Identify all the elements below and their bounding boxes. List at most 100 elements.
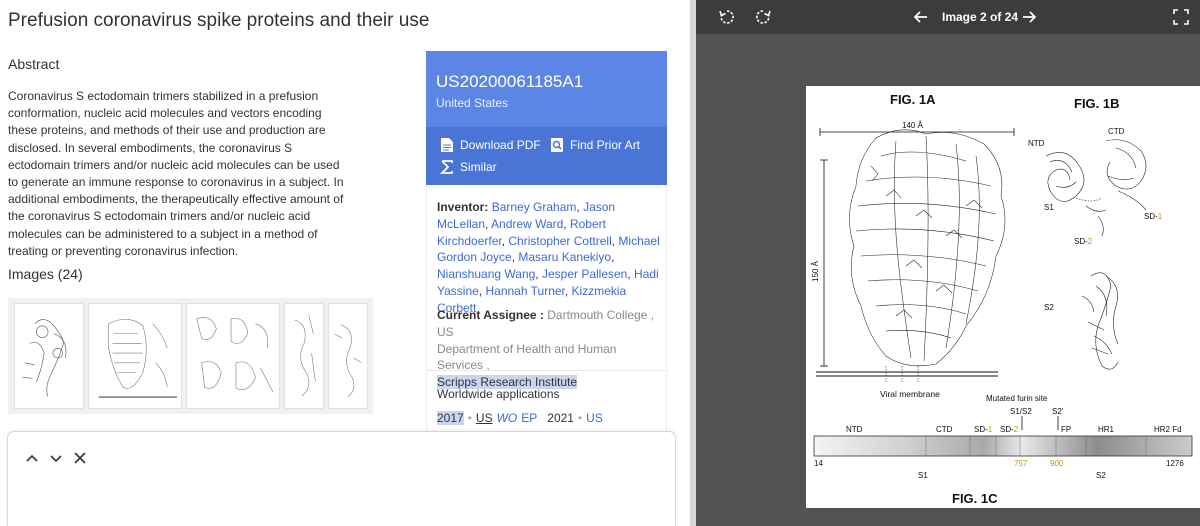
- sd1-label: SD-1: [1144, 212, 1163, 221]
- viral-membrane-label: Viral membrane: [880, 389, 940, 399]
- similar-label: Similar: [460, 160, 497, 174]
- bar-s2-label: S2: [1096, 471, 1106, 480]
- ribbon-diagram-s1: [1045, 139, 1147, 237]
- similar-button[interactable]: Similar: [439, 159, 497, 175]
- residue-1276-label: 1276: [1166, 459, 1184, 468]
- bar-hr1-label: HR1: [1098, 425, 1115, 434]
- s1-s2-label: S1/S2: [1010, 407, 1032, 416]
- find-in-page-bar: [8, 432, 675, 526]
- publication-number: US20200061185A1: [436, 72, 584, 91]
- rotate-right-button[interactable]: [754, 8, 772, 26]
- fig-1b-title: FIG. 1B: [1074, 96, 1120, 111]
- thumbnail-image-5[interactable]: [328, 303, 368, 409]
- card-actions: Download PDF Find Prior Art Similar: [426, 127, 667, 185]
- download-pdf-button[interactable]: Download PDF: [440, 137, 541, 153]
- download-pdf-label: Download PDF: [460, 138, 541, 152]
- separator: •: [467, 411, 472, 425]
- thumbnail-image-1[interactable]: [14, 303, 84, 409]
- fullscreen-icon: [1173, 9, 1189, 25]
- viewer-toolbar: Image 2 of 24: [696, 0, 1200, 34]
- residue-14-label: 14: [814, 459, 823, 468]
- current-assignee: Current Assignee : Dartmouth College , U…: [437, 307, 665, 391]
- separator: •: [577, 411, 583, 425]
- s1-label: S1: [1044, 203, 1054, 212]
- inventor-link[interactable]: Christopher Cottrell: [508, 234, 611, 248]
- thumbnail-image-3[interactable]: [186, 303, 280, 409]
- sd2-label: SD-2: [1074, 237, 1093, 246]
- application-year[interactable]: 2017: [437, 411, 464, 425]
- close-find-button[interactable]: [72, 450, 88, 466]
- chevron-up-icon: [26, 454, 38, 462]
- dimension-140-label: 140 Å: [902, 121, 924, 130]
- arrow-left-icon: [913, 11, 927, 23]
- worldwide-applications-heading: Worldwide applications: [437, 387, 560, 401]
- residue-900-label: 900: [1050, 459, 1064, 468]
- worldwide-applications-row: 2017 • US WO EP 2021 • US: [437, 411, 603, 425]
- arrow-right-icon: [1023, 11, 1037, 23]
- bar-ntd-label: NTD: [846, 425, 863, 434]
- fig-1a-title: FIG. 1A: [890, 92, 936, 107]
- chevron-down-icon: [50, 455, 62, 463]
- application-country-link[interactable]: US: [586, 411, 603, 425]
- rotate-left-button[interactable]: [718, 8, 736, 26]
- application-year[interactable]: 2021: [547, 411, 574, 425]
- abstract-heading: Abstract: [8, 56, 60, 72]
- dimension-150-label: 150 Å: [811, 260, 820, 282]
- patent-title: Prefusion coronavirus spike proteins and…: [8, 10, 430, 31]
- find-prior-art-label: Find Prior Art: [570, 138, 641, 152]
- application-country-link[interactable]: EP: [521, 411, 537, 425]
- inventor-link[interactable]: Jesper Pallesen: [542, 267, 627, 281]
- rotate-right-icon: [756, 10, 771, 24]
- bar-sd1-label: SD-1: [974, 425, 993, 434]
- ribbon-diagram-s2: [1081, 272, 1119, 370]
- thumbnail-image-2[interactable]: [88, 303, 182, 409]
- inventor-link[interactable]: Barney Graham: [492, 200, 577, 214]
- assignee-label: Current Assignee :: [437, 308, 544, 322]
- domain-bar: [813, 435, 1193, 457]
- find-prior-art-button[interactable]: Find Prior Art: [550, 137, 640, 153]
- section-divider: [427, 370, 668, 371]
- thumbnail-image-4[interactable]: [284, 303, 324, 409]
- abstract-text: Coronavirus S ectodomain trimers stabili…: [8, 89, 344, 258]
- residue-757-label: 757: [1014, 459, 1028, 468]
- sigma-icon: [439, 159, 454, 175]
- bar-s1-label: S1: [918, 471, 928, 480]
- rotate-left-icon: [719, 10, 734, 24]
- find-previous-button[interactable]: [24, 450, 40, 466]
- next-image-button[interactable]: [1020, 8, 1038, 26]
- image-thumbnail-strip: [8, 298, 373, 414]
- patent-drawing-page: FIG. 1A FIG. 1B FIG. 1C 140 Å 150 Å Vira…: [806, 86, 1200, 508]
- previous-image-button[interactable]: [912, 8, 930, 26]
- publication-card: US20200061185A1 United States Download P…: [426, 51, 667, 185]
- bar-ctd-label: CTD: [936, 425, 953, 434]
- search-document-icon: [550, 137, 564, 153]
- inventor-list: Inventor: Barney Graham, Jason McLellan,…: [437, 200, 660, 315]
- bar-hr2-label: HR2 Fd: [1154, 425, 1182, 434]
- mutated-furin-label: Mutated furin site: [986, 394, 1048, 403]
- find-next-button[interactable]: [48, 450, 64, 466]
- bar-fp-label: FP: [1061, 425, 1071, 434]
- s2-label: S2: [1044, 303, 1054, 312]
- s2-prime-label: S2': [1052, 407, 1064, 416]
- bar-sd2-label: SD-2: [1000, 425, 1019, 434]
- patent-figure-drawing: FIG. 1A FIG. 1B FIG. 1C 140 Å 150 Å Vira…: [811, 92, 1193, 506]
- image-viewer: Image 2 of 24 FIG. 1A FIG. 1B FIG. 1C 14…: [696, 0, 1200, 526]
- inventor-link[interactable]: Andrew Ward: [491, 217, 563, 231]
- inventor-link[interactable]: Hannah Turner: [485, 284, 564, 298]
- publication-country: United States: [436, 96, 509, 110]
- fig-1c-title: FIG. 1C: [952, 491, 998, 506]
- inventor-label: Inventor:: [437, 200, 489, 214]
- ctd-label: CTD: [1108, 127, 1125, 136]
- images-heading: Images (24): [8, 266, 83, 282]
- application-country-link[interactable]: WO: [497, 411, 518, 425]
- application-country-link[interactable]: US: [476, 411, 493, 425]
- pdf-file-icon: [440, 137, 454, 153]
- ntd-label: NTD: [1028, 139, 1045, 148]
- inventor-link[interactable]: Nianshuang Wang: [437, 267, 535, 281]
- spike-density-map: [849, 129, 1006, 367]
- fullscreen-button[interactable]: [1172, 8, 1190, 26]
- assignee-name: Department of Health and Human Services …: [437, 341, 617, 373]
- inventor-link[interactable]: Masaru Kanekiyo: [518, 250, 611, 264]
- patent-details-pane: Prefusion coronavirus spike proteins and…: [0, 0, 690, 526]
- image-counter: Image 2 of 24: [942, 10, 1019, 24]
